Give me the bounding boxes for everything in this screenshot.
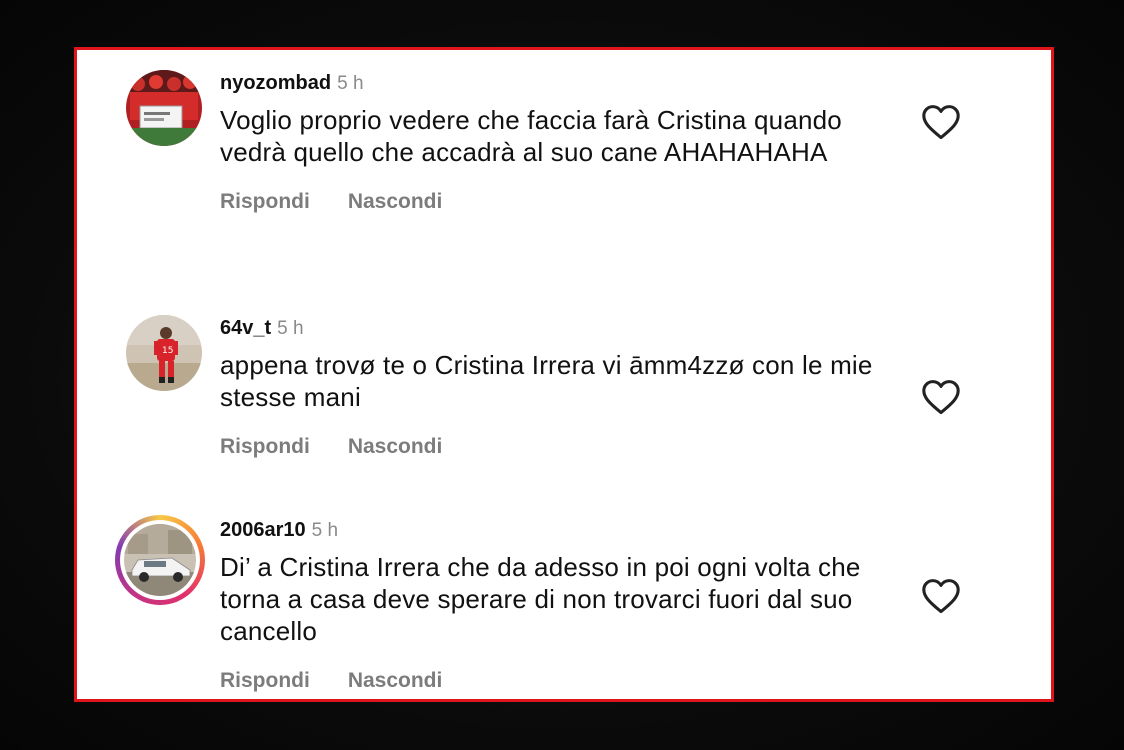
username[interactable]: nyozombad	[220, 72, 331, 95]
reply-button[interactable]: Rispondi	[220, 190, 310, 214]
comments-panel: nyozombad 5 h Voglio proprio vedere che …	[74, 47, 1054, 702]
comment-body: nyozombad 5 h Voglio proprio vedere che …	[220, 72, 900, 214]
avatar-ring-inner	[120, 520, 200, 600]
comment-meta: 64v_t 5 h	[220, 317, 900, 347]
comment-actions: Rispondi Nascondi	[220, 190, 900, 214]
avatar	[124, 524, 196, 596]
heart-icon[interactable]	[921, 578, 961, 614]
comment-text: appena trovø te o Cristina Irrera vi āmm…	[220, 350, 873, 412]
comment-body: 2006ar10 5 h Di’ a Cristina Irrera che d…	[220, 519, 900, 693]
heart-icon[interactable]	[921, 379, 961, 415]
username[interactable]: 64v_t	[220, 317, 271, 340]
comment-meta: 2006ar10 5 h	[220, 519, 900, 549]
comment-actions: Rispondi Nascondi	[220, 435, 900, 459]
hide-button[interactable]: Nascondi	[348, 190, 443, 214]
hide-button[interactable]: Nascondi	[348, 435, 443, 459]
reply-button[interactable]: Rispondi	[220, 669, 310, 693]
comment-body: 64v_t 5 h appena trovø te o Cristina Irr…	[220, 317, 900, 459]
comment-actions: Rispondi Nascondi	[220, 669, 900, 693]
heart-icon[interactable]	[921, 104, 961, 140]
hide-button[interactable]: Nascondi	[348, 669, 443, 693]
comment-text: Di’ a Cristina Irrera che da adesso in p…	[220, 552, 861, 646]
timestamp: 5 h	[311, 520, 339, 541]
timestamp: 5 h	[277, 318, 304, 339]
story-ring[interactable]	[115, 515, 205, 605]
comment-meta: nyozombad 5 h	[220, 72, 900, 102]
avatar[interactable]	[126, 70, 202, 146]
football-player-avatar-icon: 15	[126, 315, 202, 391]
comment-text: Voglio proprio vedere che faccia farà Cr…	[220, 105, 842, 167]
svg-text:15: 15	[162, 346, 173, 356]
timestamp: 5 h	[337, 73, 364, 94]
username[interactable]: 2006ar10	[220, 519, 306, 542]
team-photo-avatar-icon	[126, 70, 202, 146]
avatar[interactable]: 15	[126, 315, 202, 391]
reply-button[interactable]: Rispondi	[220, 435, 310, 459]
white-car-avatar-icon	[124, 524, 196, 596]
dark-background: nyozombad 5 h Voglio proprio vedere che …	[0, 0, 1124, 750]
